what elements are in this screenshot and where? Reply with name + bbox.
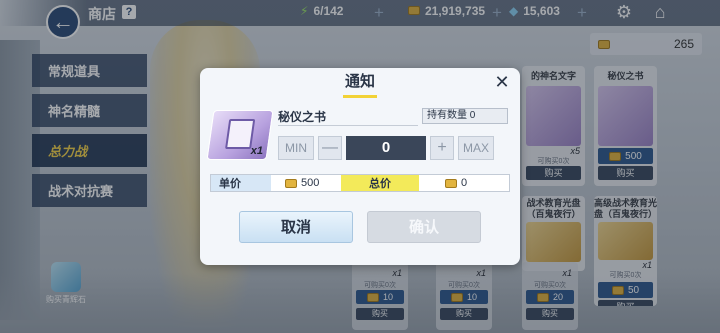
max-button[interactable]: MAX: [458, 136, 494, 160]
unit-price-value: 500: [301, 177, 320, 189]
item-name: 秘仪之书: [278, 108, 418, 126]
owned-count: 持有数量 0: [422, 108, 508, 124]
unit-price-label: 单价: [211, 175, 271, 191]
price-summary: 单价 500 总价 0: [210, 174, 510, 192]
dialog-header: 通知: [200, 68, 520, 98]
owned-value: 0: [469, 110, 476, 121]
item-icon: x1: [206, 110, 274, 160]
quantity-stepper: MIN — 0 + MAX: [278, 136, 510, 160]
coin-icon: [285, 178, 297, 188]
min-button[interactable]: MIN: [278, 136, 314, 160]
purchase-dialog: 通知 ✕ x1 秘仪之书 持有数量 0 MIN — 0 + MAX 单价 500…: [200, 68, 520, 265]
title-underline: [343, 95, 377, 98]
close-icon[interactable]: ✕: [492, 72, 512, 92]
decrement-button[interactable]: —: [318, 136, 342, 160]
coin-icon: [445, 178, 457, 188]
cancel-button[interactable]: 取消: [239, 211, 353, 243]
total-price-label: 总价: [341, 175, 419, 191]
total-price: 0: [419, 175, 509, 191]
owned-label: 持有数量: [427, 110, 467, 121]
increment-button[interactable]: +: [430, 136, 454, 160]
item-multiplier: x1: [250, 145, 263, 157]
quantity-value[interactable]: 0: [346, 136, 426, 160]
confirm-button[interactable]: 确认: [367, 211, 481, 243]
dialog-title: 通知: [344, 73, 375, 90]
total-price-value: 0: [461, 177, 468, 189]
unit-price: 500: [271, 175, 341, 191]
